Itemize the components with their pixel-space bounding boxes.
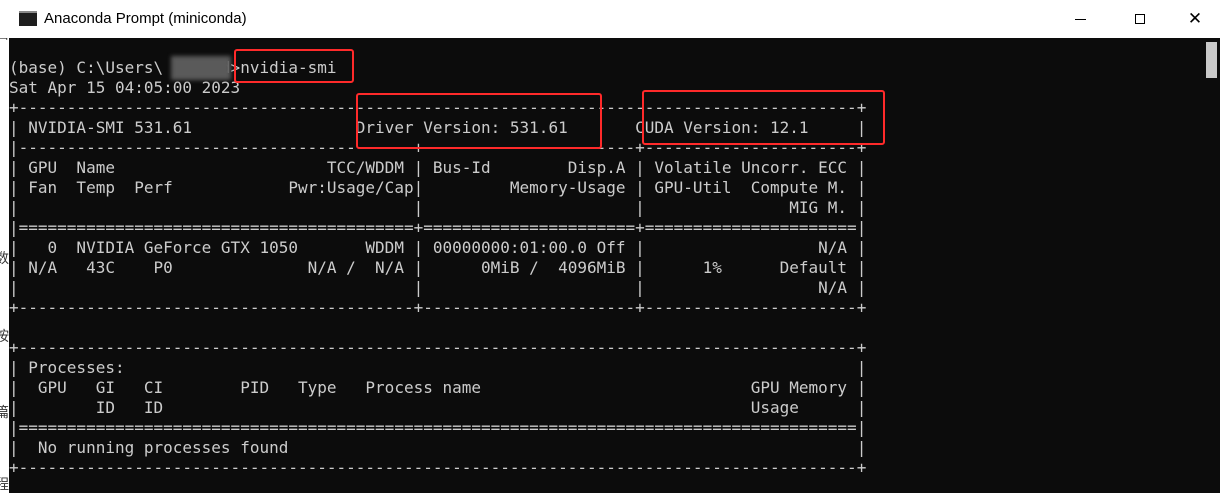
window-title: Anaconda Prompt (miniconda) — [44, 10, 247, 27]
terminal-line: |=======================================… — [9, 418, 867, 437]
terminal-line: +---------------------------------------… — [9, 298, 867, 317]
terminal-line: | GPU Name TCC/WDDM | Bus-Id Disp.A | Vo… — [9, 158, 867, 177]
terminal-output[interactable]: (base) C:\Users\ d>nvidia-smi Sat Apr 15… — [9, 38, 1220, 493]
terminal-line: | Fan Temp Perf Pwr:Usage/Cap| Memory-Us… — [9, 178, 867, 197]
terminal-line: | | | MIG M. | — [9, 198, 867, 217]
highlight-box-command — [234, 49, 354, 83]
terminal-icon — [19, 11, 37, 26]
close-icon: ✕ — [1187, 8, 1203, 29]
redacted-username — [171, 56, 231, 80]
scrollbar-thumb[interactable] — [1206, 42, 1217, 78]
highlight-box-cuda-version — [642, 90, 885, 145]
scrollbar[interactable] — [1203, 38, 1220, 493]
clipped-glyph: 数 — [0, 251, 9, 267]
maximize-icon — [1135, 14, 1145, 24]
highlight-box-driver-version — [356, 93, 602, 149]
background-window-edge: 口 数 按 篇 程 — [0, 38, 9, 493]
clipped-glyph: 口 — [0, 38, 9, 44]
clipped-glyph: 按 — [0, 329, 9, 345]
terminal-line: | ID ID Usage | — [9, 398, 867, 417]
maximize-button[interactable] — [1110, 0, 1170, 38]
clipped-glyph: 程 — [0, 477, 9, 493]
terminal-line: | N/A 43C P0 N/A / N/A | 0MiB / 4096MiB … — [9, 258, 867, 277]
clipped-glyph: 篇 — [0, 405, 9, 421]
minimize-button[interactable] — [1050, 0, 1110, 38]
close-button[interactable]: ✕ — [1170, 0, 1220, 38]
terminal-line: | | | N/A | — [9, 278, 867, 297]
terminal-line: +---------------------------------------… — [9, 338, 867, 357]
terminal-line: | 0 NVIDIA GeForce GTX 1050 WDDM | 00000… — [9, 238, 867, 257]
terminal-line: | Processes: | — [9, 358, 867, 377]
terminal-line: +---------------------------------------… — [9, 458, 867, 477]
minimize-icon — [1074, 18, 1086, 20]
terminal-line: | No running processes found | — [9, 438, 867, 457]
terminal-line: | GPU GI CI PID Type Process name GPU Me… — [9, 378, 867, 397]
terminal-line: Sat Apr 15 04:05:00 2023 — [9, 78, 241, 97]
terminal-line: |=======================================… — [9, 218, 867, 237]
title-bar[interactable]: Anaconda Prompt (miniconda) ✕ — [0, 0, 1220, 38]
